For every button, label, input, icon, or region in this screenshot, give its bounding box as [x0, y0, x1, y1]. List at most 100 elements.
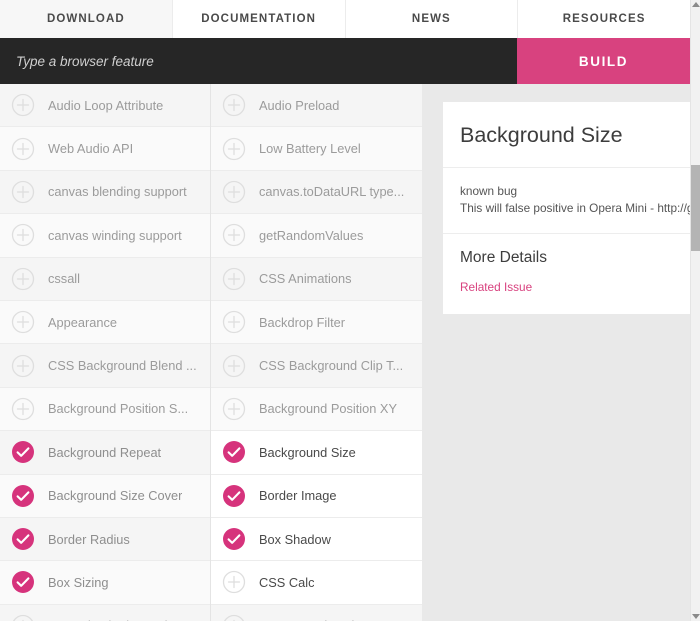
feature-label: Border Radius: [48, 531, 130, 547]
main-navigation: DOWNLOAD DOCUMENTATION NEWS RESOURCES: [0, 0, 690, 38]
plus-circle-icon[interactable]: [11, 614, 35, 621]
feature-row[interactable]: Web Audio API: [0, 127, 210, 171]
feature-row[interactable]: Border Radius: [0, 517, 210, 562]
triangle-down-icon[interactable]: [692, 614, 700, 619]
feature-label: getRandomValues: [259, 227, 364, 243]
feature-label: Background Position XY: [259, 401, 398, 417]
feature-label: canvas blending support: [48, 184, 187, 200]
plus-circle-icon[interactable]: [11, 267, 35, 291]
triangle-up-icon[interactable]: [692, 2, 700, 7]
feature-row[interactable]: Backdrop Filter: [211, 300, 422, 345]
feature-label: CSS Animations: [259, 271, 352, 287]
known-bug-label: known bug: [460, 184, 518, 198]
feature-label: Audio Loop Attribute: [48, 97, 164, 113]
plus-circle-icon[interactable]: [11, 223, 35, 247]
plus-circle-icon[interactable]: [222, 180, 246, 204]
nav-tab-label: NEWS: [411, 13, 451, 25]
feature-row[interactable]: CSS Background Clip T...: [211, 344, 422, 388]
detail-header: Background Size: [443, 102, 690, 168]
feature-row[interactable]: getRandomValues: [211, 214, 422, 258]
plus-circle-icon[interactable]: [11, 397, 35, 421]
feature-row[interactable]: canvas blending support: [0, 170, 210, 215]
detail-more-details-section: More Details Related Issue: [443, 234, 690, 314]
nav-tab-resources[interactable]: RESOURCES: [518, 0, 690, 38]
feature-label: Low Battery Level: [259, 141, 361, 157]
plus-circle-icon[interactable]: [222, 267, 246, 291]
feature-row[interactable]: Appearance: [0, 300, 210, 345]
search-bar: BUILD: [0, 38, 690, 84]
feature-label: CSS Background Clip T...: [259, 358, 404, 374]
feature-label: Background Position S...: [48, 401, 189, 417]
feature-row[interactable]: Background Size Cover: [0, 474, 210, 518]
feature-row[interactable]: Box Sizing: [0, 561, 210, 605]
feature-label: Audio Preload: [259, 97, 340, 113]
feature-label: Background Size Cover: [48, 488, 183, 504]
plus-circle-icon[interactable]: [11, 354, 35, 378]
nav-tab-documentation[interactable]: DOCUMENTATION: [172, 0, 346, 38]
feature-label: Appearance: [48, 314, 118, 330]
feature-label: canvas winding support: [48, 227, 182, 243]
feature-label: Backdrop Filter: [259, 314, 346, 330]
plus-circle-icon[interactable]: [222, 614, 246, 621]
plus-circle-icon[interactable]: [222, 310, 246, 334]
feature-search-input[interactable]: [0, 38, 517, 84]
check-circle-icon[interactable]: [11, 570, 35, 594]
feature-row[interactable]: canvas.toDataURL type...: [211, 170, 422, 215]
plus-circle-icon[interactable]: [11, 310, 35, 334]
check-circle-icon[interactable]: [11, 440, 35, 464]
check-circle-icon[interactable]: [11, 527, 35, 551]
feature-label: Web Audio API: [48, 141, 134, 157]
plus-circle-icon[interactable]: [222, 570, 246, 594]
feature-row[interactable]: CSS Background Blend ...: [0, 344, 210, 388]
feature-list[interactable]: Audio Loop Attribute Web Audio API canvas …: [0, 84, 422, 621]
feature-row[interactable]: Background Size: [211, 431, 422, 475]
feature-row[interactable]: Background Repeat: [0, 431, 210, 475]
nav-tab-download[interactable]: DOWNLOAD: [0, 0, 173, 38]
scrollbar-thumb[interactable]: [691, 165, 700, 251]
feature-label: cssall: [48, 271, 80, 287]
detail-note-section: known bug This will false positive in Op…: [443, 168, 690, 235]
feature-label: Background Repeat: [48, 444, 162, 460]
check-circle-icon[interactable]: [222, 484, 246, 508]
check-circle-icon[interactable]: [11, 484, 35, 508]
more-details-heading: More Details: [460, 249, 547, 267]
feature-label: Border Image: [259, 488, 337, 504]
feature-row[interactable]: Low Battery Level: [211, 127, 422, 171]
feature-row[interactable]: canvas winding support: [0, 214, 210, 258]
feature-row[interactable]: CSS Animations: [211, 257, 422, 301]
nav-tab-label: DOCUMENTATION: [201, 13, 317, 25]
page-scrollbar[interactable]: [690, 0, 700, 621]
feature-row[interactable]: Border Image: [211, 474, 422, 518]
feature-row[interactable]: cssall: [0, 257, 210, 301]
feature-column-left: Audio Loop Attribute Web Audio API canvas …: [0, 84, 211, 621]
plus-circle-icon[interactable]: [11, 180, 35, 204]
feature-label: Box Shadow: [259, 531, 331, 547]
known-bug-text: This will false positive in Opera Mini -…: [460, 201, 690, 216]
feature-detail-panel: Background Size known bug This will fals…: [443, 102, 690, 315]
plus-circle-icon[interactable]: [222, 354, 246, 378]
feature-row[interactable]: Background Position XY: [211, 387, 422, 432]
feature-column-right: Audio Preload Low Battery Level canvas.toD…: [211, 84, 422, 621]
plus-circle-icon[interactable]: [222, 223, 246, 247]
build-button[interactable]: BUILD: [517, 38, 690, 84]
nav-tab-label: DOWNLOAD: [46, 13, 125, 25]
feature-row[interactable]: Box Shadow: [211, 517, 422, 562]
plus-circle-icon[interactable]: [222, 137, 246, 161]
feature-row[interactable]: Audio Loop Attribute: [0, 84, 210, 128]
plus-circle-icon[interactable]: [11, 137, 35, 161]
plus-circle-icon[interactable]: [222, 93, 246, 117]
feature-row[interactable]: CSS Font ch Units: [211, 604, 422, 621]
check-circle-icon[interactable]: [222, 527, 246, 551]
feature-row[interactable]: CSS Calc: [211, 561, 422, 605]
feature-row[interactable]: CSS :checked pseudo-s...: [0, 604, 210, 621]
check-circle-icon[interactable]: [222, 440, 246, 464]
plus-circle-icon[interactable]: [11, 93, 35, 117]
feature-row[interactable]: Audio Preload: [211, 84, 422, 128]
feature-label: canvas.toDataURL type...: [259, 184, 405, 200]
detail-title: Background Size: [460, 123, 623, 147]
plus-circle-icon[interactable]: [222, 397, 246, 421]
feature-label: Box Sizing: [48, 574, 109, 590]
related-issue-link[interactable]: Related Issue: [460, 280, 532, 294]
nav-tab-news[interactable]: NEWS: [345, 0, 519, 38]
feature-row[interactable]: Background Position S...: [0, 387, 210, 432]
